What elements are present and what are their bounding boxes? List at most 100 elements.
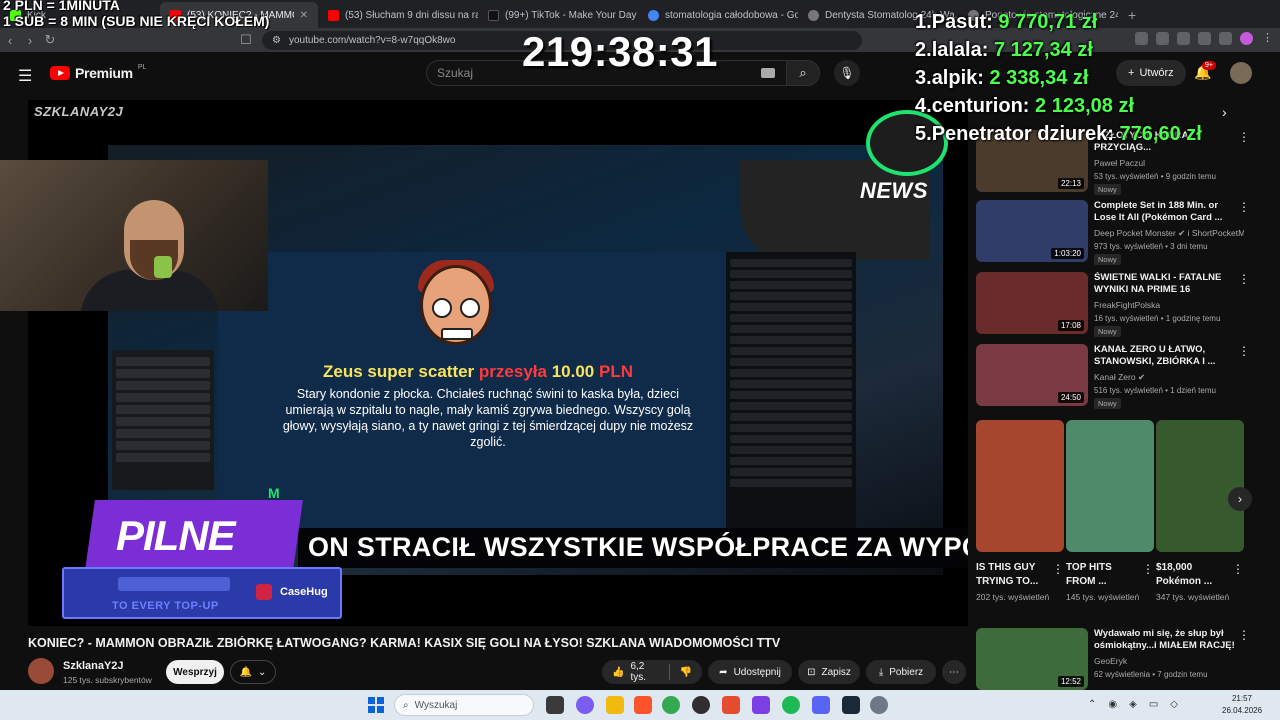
short-views: 145 tys. wyświetleń <box>1066 592 1140 602</box>
video-duration: 22:13 <box>1057 178 1084 189</box>
browser-icon[interactable] <box>752 696 770 714</box>
short-thumbnail[interactable] <box>976 420 1064 552</box>
wifi-icon[interactable]: ◇ <box>1170 699 1178 710</box>
short-title[interactable]: TOP HITS FROM ... <box>1066 561 1138 589</box>
leaderboard-row: 4.centurion: 2 123,08 zł <box>915 95 1134 117</box>
recommendation-title[interactable]: Complete Set in 188 Min. or Lose It All … <box>1094 200 1236 224</box>
short-item[interactable]: IS THIS GUY TRYING TO... 202 tys. wyświe… <box>976 420 1064 604</box>
chevron-up-icon[interactable]: ⌃ <box>1088 699 1096 710</box>
recommendation-channel[interactable]: Paweł Paczul <box>1094 158 1244 168</box>
short-views: 347 tys. wyświetleń <box>1156 592 1230 602</box>
more-options-icon[interactable]: ⋮ <box>1238 344 1250 358</box>
casehug-logo-icon <box>256 584 272 600</box>
short-item[interactable]: $18,000 Pokémon ... 347 tys. wyświetleń … <box>1156 420 1244 604</box>
more-options-icon[interactable]: ⋮ <box>1052 562 1064 576</box>
browser-tab[interactable]: stomatologia całodobowa - Google ... <box>638 2 798 28</box>
recommendation-thumbnail[interactable]: 17:08 <box>976 272 1088 334</box>
browser-tab[interactable]: (99+) TikTok - Make Your Day <box>478 2 638 28</box>
recommendation-channel[interactable]: Kanał Zero ✔ <box>1094 372 1244 383</box>
short-views: 202 tys. wyświetleń <box>976 592 1050 602</box>
channel-avatar[interactable] <box>28 658 54 684</box>
channel-name[interactable]: SzklanaY2J <box>63 660 124 672</box>
new-badge: Nowy <box>1094 184 1121 195</box>
kick-logo-mark: M <box>268 485 280 501</box>
short-title[interactable]: IS THIS GUY TRYING TO... <box>976 561 1048 589</box>
download-label: Pobierz <box>889 666 924 678</box>
task-view-icon[interactable] <box>546 696 564 714</box>
more-options-icon[interactable]: ⋮ <box>1238 628 1250 642</box>
tiktok-favicon-icon <box>488 9 499 21</box>
more-actions-button[interactable]: ⋯ <box>942 660 966 684</box>
copilot-icon[interactable] <box>576 696 594 714</box>
browser-tab[interactable]: (53) Słucham 9 dni dissu na raka żeb... <box>318 2 478 28</box>
chrome-icon[interactable] <box>662 696 680 714</box>
volume-icon[interactable]: ◈ <box>1129 699 1137 710</box>
shorts-next-button[interactable]: › <box>1228 487 1252 511</box>
share-button[interactable]: ➦ Udostępnij <box>708 660 792 684</box>
spotify-icon[interactable] <box>782 696 800 714</box>
taskbar-clock[interactable]: 21:57 26.04.2026 <box>1222 693 1262 717</box>
sponsor-subtitle: TO EVERY TOP-UP <box>112 600 219 612</box>
steam-icon[interactable] <box>842 696 860 714</box>
short-thumbnail[interactable] <box>1066 420 1154 552</box>
more-options-icon[interactable]: ⋮ <box>1142 562 1154 576</box>
more-options-icon[interactable]: ⋮ <box>1238 200 1250 214</box>
save-button[interactable]: ⊡ Zapisz <box>798 660 860 684</box>
support-label: Wesprzyj <box>173 666 217 678</box>
like-button[interactable]: 👍 6,2 tys. 👎 <box>602 660 702 684</box>
recommendation-meta: 973 tys. wyświetleń • 3 dni temu <box>1094 242 1208 251</box>
more-options-icon[interactable]: ⋮ <box>1238 272 1250 286</box>
new-badge: Nowy <box>1094 326 1121 337</box>
streamer-webcam <box>0 160 268 311</box>
recommendation-channel[interactable]: Deep Pocket Monster ✔ i ShortPocketM... <box>1094 228 1244 239</box>
obs-icon[interactable] <box>692 696 710 714</box>
recommendation-item[interactable]: 12:52 Wydawało mi się, że słup był ośmio… <box>976 628 1256 694</box>
recommendation-thumbnail[interactable]: 12:52 <box>976 628 1088 690</box>
recommendation-thumbnail[interactable]: 1:03:20 <box>976 200 1088 262</box>
donation-currency: PLN <box>598 362 633 381</box>
file-explorer-icon[interactable] <box>606 696 624 714</box>
video-chat-left <box>112 350 214 490</box>
tab-label: (99+) TikTok - Make Your Day <box>505 9 637 21</box>
more-options-icon[interactable]: ⋮ <box>1232 562 1244 576</box>
brave-icon[interactable] <box>634 696 652 714</box>
recommendation-meta: 516 tys. wyświetleń • 1 dzień temu <box>1094 386 1216 395</box>
recommendation-meta: 53 tys. wyświetleń • 9 godzin temu <box>1094 172 1216 181</box>
windows-start-icon[interactable] <box>368 697 384 713</box>
recommendation-title[interactable]: Wydawało mi się, że słup był ośmiokątny.… <box>1094 628 1236 652</box>
donation-avatar-eye <box>432 298 452 318</box>
chevron-right-icon: › <box>1238 492 1242 506</box>
leaderboard-row: 1.Pasut: 9 770,71 zł <box>915 11 1098 33</box>
taskbar-search-input[interactable]: ⌕ Wyszukaj <box>394 694 534 716</box>
network-icon[interactable]: ◉ <box>1108 699 1117 710</box>
short-thumbnail[interactable] <box>1156 420 1244 552</box>
download-icon: ⤓ <box>878 666 884 678</box>
new-badge: Nowy <box>1094 254 1121 265</box>
share-label: Udostępnij <box>733 666 781 678</box>
donation-avatar-eye <box>460 298 480 318</box>
download-button[interactable]: ⤓ Pobierz <box>866 660 936 684</box>
recommendation-item[interactable]: 17:08 ŚWIETNE WALKI - FATALNE WYNIKI NA … <box>976 272 1256 338</box>
recommendation-channel[interactable]: FreakFightPolska <box>1094 300 1244 310</box>
video-duration: 12:52 <box>1057 676 1084 687</box>
recommendation-channel[interactable]: GeoEryk <box>1094 656 1244 666</box>
recommendation-item[interactable]: 1:03:20 Complete Set in 188 Min. or Lose… <box>976 200 1256 266</box>
close-tab-icon[interactable]: ✕ <box>300 10 308 21</box>
bell-icon: 🔔 <box>239 666 253 678</box>
recommendation-title[interactable]: ŚWIETNE WALKI - FATALNE WYNIKI NA PRIME … <box>1094 272 1236 296</box>
thumbs-up-icon: 👍 <box>612 666 625 678</box>
battery-icon[interactable]: ▭ <box>1149 699 1158 710</box>
more-dots-icon: ⋯ <box>949 666 959 678</box>
subscription-bell-button[interactable]: 🔔 ⌄ <box>230 660 276 684</box>
recommendation-thumbnail[interactable]: 24:50 <box>976 344 1088 406</box>
support-button[interactable]: Wesprzyj <box>166 660 224 684</box>
recommendation-item[interactable]: 24:50 KANAŁ ZERO U ŁATWO, STANOWSKI, ZBI… <box>976 344 1256 410</box>
brave-active-icon[interactable] <box>722 696 740 714</box>
video-chat-right <box>726 252 856 528</box>
recommendation-title[interactable]: KANAŁ ZERO U ŁATWO, STANOWSKI, ZBIÓRKA I… <box>1094 344 1236 368</box>
short-title[interactable]: $18,000 Pokémon ... <box>1156 561 1228 589</box>
short-item[interactable]: TOP HITS FROM ... 145 tys. wyświetleń ⋮ <box>1066 420 1154 604</box>
settings-icon[interactable] <box>870 696 888 714</box>
thumbs-down-icon[interactable]: 👎 <box>680 667 692 678</box>
discord-icon[interactable] <box>812 696 830 714</box>
